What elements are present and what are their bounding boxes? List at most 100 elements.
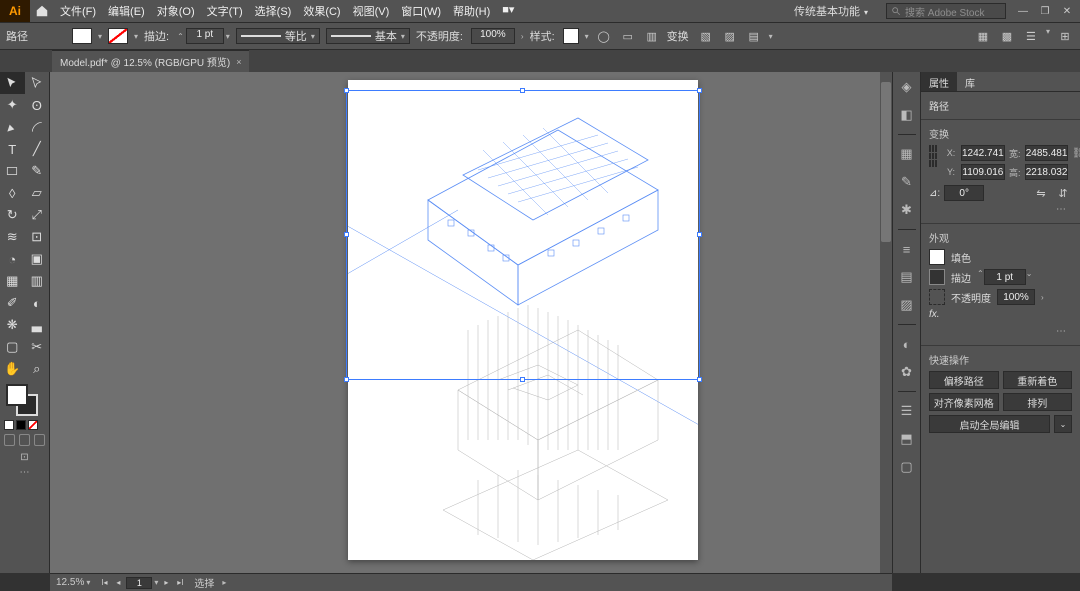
arrange-docs-icon[interactable]: ☰ (1022, 27, 1040, 45)
next-artboard-icon[interactable]: ▸ (160, 577, 172, 589)
scale-tool[interactable]: ⤢ (25, 204, 50, 226)
recolor-icon[interactable]: ◯ (595, 27, 613, 45)
pixel-grid-button[interactable]: 对齐像素网格 (929, 393, 999, 411)
tab-libraries[interactable]: 库 (957, 72, 983, 91)
transform-x-field[interactable]: 1242.741 (961, 145, 1005, 161)
eyedropper-tool[interactable]: ✐ (0, 292, 25, 314)
fx-label[interactable]: fx. (929, 309, 940, 320)
artboard-tool[interactable]: ▢ (0, 336, 25, 358)
direct-selection-tool[interactable] (25, 72, 50, 94)
menu-window[interactable]: 窗口(W) (401, 3, 441, 19)
fill-dropdown[interactable]: ▾ (98, 32, 102, 41)
swatches-panel-icon[interactable]: ▦ (898, 145, 916, 163)
free-transform-tool[interactable]: ⊡ (25, 226, 50, 248)
home-icon[interactable] (30, 4, 54, 18)
menu-extra[interactable]: ■▾ (502, 3, 514, 19)
asset-export-panel-icon[interactable]: ⬒ (898, 430, 916, 448)
transparency-panel-icon[interactable]: ▨ (898, 296, 916, 314)
doc-setup-icon[interactable]: ▦ (974, 27, 992, 45)
width-tool[interactable]: ≋ (0, 226, 25, 248)
last-artboard-icon[interactable]: ▸I (174, 577, 186, 589)
mesh-tool[interactable]: ▦ (0, 270, 25, 292)
app-opacity-icon[interactable] (929, 289, 945, 305)
stroke-dropdown[interactable]: ▾ (134, 32, 138, 41)
canvas[interactable]: ☁ 拖拽上传 (50, 72, 892, 573)
transform-w-field[interactable]: 2485.481 (1025, 145, 1069, 161)
paintbrush-tool[interactable]: ✎ (25, 160, 50, 182)
none-mode-icon[interactable] (28, 420, 38, 430)
transform-h-field[interactable]: 2218.032 (1025, 164, 1069, 180)
close-window-button[interactable]: ✕ (1060, 4, 1074, 18)
menu-object[interactable]: 对象(O) (157, 3, 195, 19)
symbols-panel-icon[interactable]: ✱ (898, 201, 916, 219)
rectangle-tool[interactable] (0, 160, 25, 182)
prefs-icon[interactable]: ▩ (998, 27, 1016, 45)
slice-tool[interactable]: ✂ (25, 336, 50, 358)
graphic-styles-panel-icon[interactable]: ✿ (898, 363, 916, 381)
draw-normal-icon[interactable] (4, 434, 15, 446)
tab-close-icon[interactable]: × (236, 57, 241, 67)
app-fill-swatch[interactable] (929, 249, 945, 265)
vertical-scrollbar[interactable] (880, 72, 892, 573)
recolor-button[interactable]: 重新着色 (1003, 371, 1073, 389)
color-mode-icon[interactable] (4, 420, 14, 430)
menu-effect[interactable]: 效果(C) (303, 3, 340, 19)
global-edit-button[interactable]: 启动全局编辑 (929, 415, 1050, 433)
maximize-button[interactable]: ❐ (1038, 4, 1052, 18)
align-icon[interactable]: ▭ (619, 27, 637, 45)
offset-path-button[interactable]: 偏移路径 (929, 371, 999, 389)
fill-swatch[interactable] (72, 28, 92, 44)
color-guide-panel-icon[interactable]: ◧ (898, 106, 916, 124)
draw-behind-icon[interactable] (19, 434, 30, 446)
appearance-more-icon[interactable]: ⋯ (929, 324, 1072, 339)
minimize-button[interactable]: — (1016, 4, 1030, 18)
isolate-icon[interactable]: ▧ (697, 27, 715, 45)
align-icon-2[interactable]: ▥ (643, 27, 661, 45)
rotate-tool[interactable]: ↻ (0, 204, 25, 226)
brush-definition[interactable]: 基本▾ (326, 28, 410, 44)
app-stroke-weight[interactable]: 1 pt (984, 269, 1026, 285)
global-edit-dropdown[interactable]: ⌄ (1054, 415, 1072, 433)
artboards-panel-icon[interactable]: ▢ (898, 458, 916, 476)
prev-artboard-icon[interactable]: ◂ (112, 577, 124, 589)
draw-inside-icon[interactable] (34, 434, 45, 446)
menu-type[interactable]: 文字(T) (207, 3, 243, 19)
menu-file[interactable]: 文件(F) (60, 3, 96, 19)
appearance-panel-icon[interactable]: ◐ (898, 335, 916, 353)
menu-select[interactable]: 选择(S) (255, 3, 292, 19)
screen-mode-icon[interactable]: ⊡ (0, 448, 49, 463)
app-stroke-swatch[interactable] (929, 269, 945, 285)
selection-bounding-box[interactable] (346, 90, 700, 380)
stroke-panel-icon[interactable]: ≡ (898, 240, 916, 258)
arrange-button[interactable]: 排列 (1003, 393, 1073, 411)
fill-stroke-indicator[interactable] (0, 380, 49, 418)
stroke-swatch[interactable] (108, 28, 128, 44)
mask-icon[interactable]: ▤ (745, 27, 763, 45)
flip-h-icon[interactable]: ⇋ (1032, 184, 1050, 202)
brushes-panel-icon[interactable]: ✎ (898, 173, 916, 191)
graphic-style-swatch[interactable] (563, 28, 579, 44)
gradient-tool[interactable]: ▥ (25, 270, 50, 292)
fill-color-icon[interactable] (6, 384, 28, 406)
zoom-tool[interactable]: ⌕ (25, 358, 50, 380)
link-wh-icon[interactable]: ⛓ (1072, 145, 1080, 161)
workspace-switcher[interactable]: 传统基本功能 (788, 1, 882, 21)
flip-v-icon[interactable]: ⇵ (1054, 184, 1072, 202)
app-opacity-field[interactable]: 100% (997, 289, 1035, 305)
gradient-panel-icon[interactable]: ▤ (898, 268, 916, 286)
pen-tool[interactable] (0, 116, 25, 138)
color-panel-icon[interactable]: ◈ (898, 78, 916, 96)
group-icon[interactable]: ▨ (721, 27, 739, 45)
reference-point-widget[interactable] (929, 145, 937, 167)
stock-search[interactable]: 搜索 Adobe Stock (886, 3, 1006, 19)
transform-y-field[interactable]: 1109.016 (961, 164, 1005, 180)
gradient-mode-icon[interactable] (16, 420, 26, 430)
zoom-level-combo[interactable]: 12.5%▾ (56, 577, 90, 588)
shape-builder-tool[interactable]: ◔ (0, 248, 25, 270)
first-artboard-icon[interactable]: I◂ (98, 577, 110, 589)
opacity-field[interactable]: 100% (471, 28, 515, 44)
perspective-tool[interactable]: ▣ (25, 248, 50, 270)
symbol-spray-tool[interactable]: ❋ (0, 314, 25, 336)
stroke-weight-field[interactable]: ⌃1 pt▾ (177, 28, 230, 44)
var-width-profile[interactable]: 等比▾ (236, 28, 320, 44)
